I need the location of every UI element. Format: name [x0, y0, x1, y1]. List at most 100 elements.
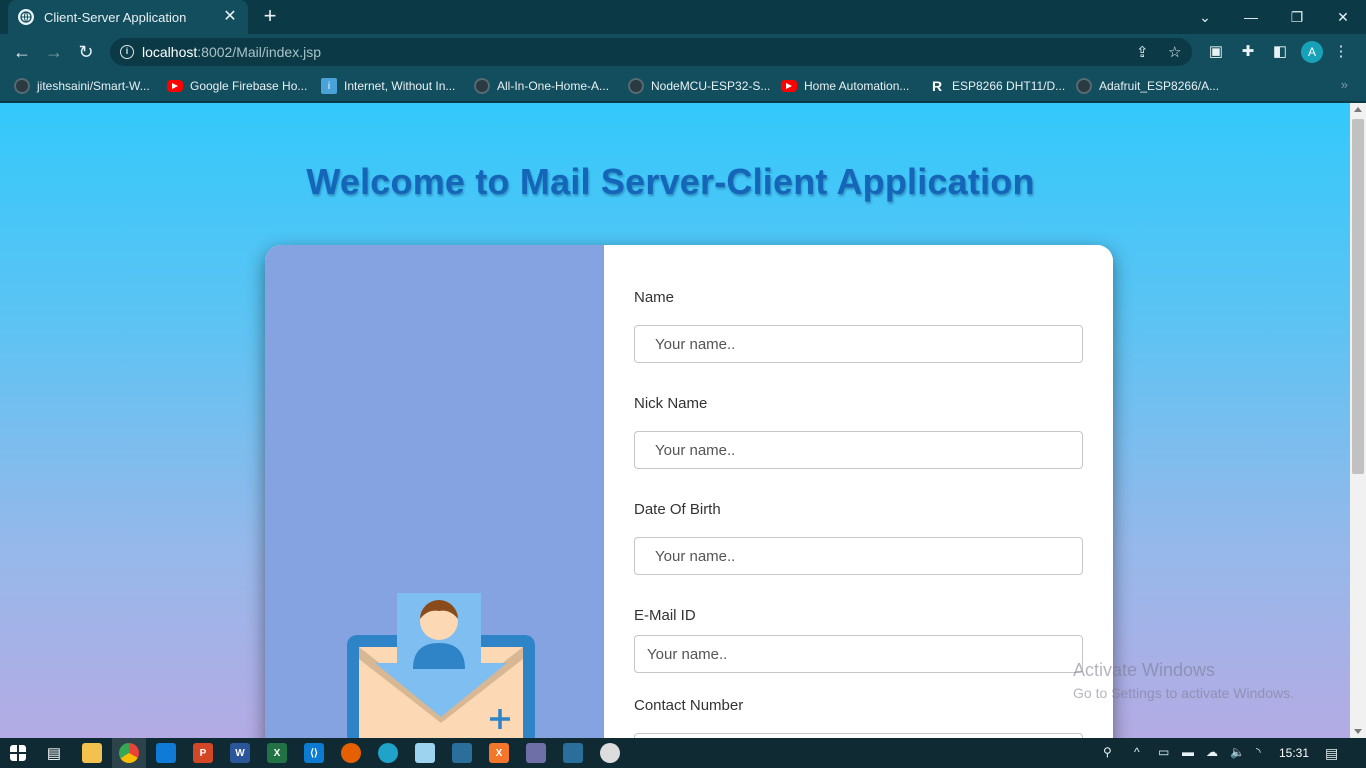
watermark-title: Activate Windows [1073, 660, 1216, 680]
settings-gear-icon[interactable] [600, 743, 620, 763]
scroll-up-icon[interactable] [1354, 107, 1362, 112]
bookmarks-bar: jiteshsaini/Smart-W... Google Firebase H… [0, 70, 1366, 102]
page-viewport: Welcome to Mail Server-Client Applicatio… [0, 103, 1350, 738]
close-window-button[interactable]: ✕ [1320, 0, 1366, 34]
name-input[interactable] [634, 325, 1083, 363]
contact-number-label: Contact Number [634, 697, 744, 714]
file-explorer-icon[interactable] [82, 743, 102, 763]
onedrive-cloud-icon[interactable]: ☁ [1206, 745, 1218, 759]
minimize-button[interactable]: — [1228, 0, 1274, 34]
bookmark-label: Adafruit_ESP8266/A... [1099, 79, 1220, 93]
notepad-icon[interactable] [415, 743, 435, 763]
date-of-birth-input[interactable] [634, 537, 1083, 575]
forward-button[interactable]: → [42, 40, 66, 64]
bookmark-item[interactable]: Adafruit_ESP8266/A... [1076, 76, 1219, 96]
email-label: E-Mail ID [634, 607, 696, 624]
more-bookmarks-icon[interactable]: » [1341, 77, 1348, 92]
taskbar-clock[interactable]: 15:31 [1279, 746, 1309, 760]
app-icon[interactable] [526, 743, 546, 763]
scrollbar-thumb[interactable] [1352, 119, 1364, 474]
volume-icon[interactable]: 🔈 [1230, 745, 1245, 759]
side-panel-icon[interactable]: ◧ [1270, 42, 1290, 62]
wifi-icon[interactable]: ◝ [1256, 745, 1261, 759]
watermark-subtitle: Go to Settings to activate Windows. [1073, 685, 1294, 701]
bookmark-item[interactable]: Google Firebase Ho... [167, 76, 307, 96]
bookmark-label: Internet, Without In... [344, 79, 456, 93]
github-icon [628, 78, 644, 94]
store-icon[interactable] [156, 743, 176, 763]
word-icon[interactable]: W [230, 743, 250, 763]
github-icon [474, 78, 490, 94]
bookmark-label: ESP8266 DHT11/D... [952, 79, 1066, 93]
mail-user-illustration [347, 593, 535, 738]
bookmark-item[interactable]: R ESP8266 DHT11/D... [929, 76, 1065, 96]
tab-search-icon[interactable]: ⌄ [1182, 0, 1228, 34]
github-icon [1076, 78, 1092, 94]
edge-icon[interactable] [378, 743, 398, 763]
share-icon[interactable]: ⇪ [1136, 43, 1149, 61]
tab-title: Client-Server Application [44, 9, 187, 25]
back-button[interactable]: ← [10, 40, 34, 64]
chrome-icon[interactable] [119, 743, 139, 763]
illustration-panel [265, 245, 604, 738]
powerpoint-icon[interactable]: P [193, 743, 213, 763]
nick-name-input[interactable] [634, 431, 1083, 469]
vscode-icon[interactable]: ⟨⟩ [304, 743, 324, 763]
youtube-icon [781, 80, 797, 92]
bookmark-label: NodeMCU-ESP32-S... [651, 79, 771, 93]
name-label: Name [634, 289, 675, 306]
bookmark-item[interactable]: NodeMCU-ESP32-S... [628, 76, 770, 96]
battery-icon[interactable]: ▬ [1182, 745, 1194, 759]
new-tab-button[interactable]: + [258, 5, 282, 29]
vertical-scrollbar[interactable] [1350, 103, 1366, 738]
bookmark-label: Google Firebase Ho... [190, 79, 308, 93]
excel-icon[interactable]: X [267, 743, 287, 763]
windows-start-icon[interactable] [10, 745, 26, 761]
page-title: Welcome to Mail Server-Client Applicatio… [306, 161, 1035, 202]
task-view-icon[interactable]: ▤ [44, 743, 64, 763]
registration-card: Name Nick Name Date Of Birth E-Mail ID C… [265, 245, 1113, 738]
youtube-icon [167, 80, 183, 92]
xampp-icon[interactable]: X [489, 743, 509, 763]
form-panel: Name Nick Name Date Of Birth E-Mail ID C… [604, 245, 1113, 738]
app-icon[interactable] [452, 743, 472, 763]
nick-name-label: Nick Name [634, 395, 708, 412]
tab-strip: Client-Server Application ✕ + ⌄ — ❐ ✕ [0, 0, 1366, 34]
url-host: localhost [142, 44, 198, 60]
date-of-birth-label: Date Of Birth [634, 501, 721, 518]
restore-button[interactable]: ❐ [1274, 0, 1320, 34]
media-icon[interactable]: ▣ [1206, 42, 1226, 62]
profile-avatar[interactable]: A [1301, 41, 1323, 63]
firefox-icon[interactable] [341, 743, 361, 763]
app-icon[interactable] [563, 743, 583, 763]
email-input[interactable] [634, 635, 1083, 673]
windows-taskbar: ▤ P W X ⟨⟩ X ⚲ ^ ▭ ▬ ☁ 🔈 ◝ 15:31 ▤ [0, 738, 1366, 768]
browser-toolbar: ← → ↻ i localhost :8002/Mail/index.jsp ⇪… [0, 34, 1366, 70]
close-tab-icon[interactable]: ✕ [222, 9, 238, 25]
bookmark-item[interactable]: i Internet, Without In... [321, 76, 455, 96]
notifications-icon[interactable]: ▤ [1325, 745, 1338, 762]
address-bar[interactable]: i localhost :8002/Mail/index.jsp [110, 38, 1192, 66]
bookmark-star-icon[interactable]: ☆ [1168, 43, 1181, 61]
bookmark-label: Home Automation... [804, 79, 910, 93]
r-icon: R [931, 78, 943, 94]
scroll-down-icon[interactable] [1354, 729, 1362, 734]
bookmark-item[interactable]: All-In-One-Home-A... [474, 76, 609, 96]
show-hidden-icons-chevron-up-icon[interactable]: ^ [1134, 745, 1140, 759]
meet-now-icon[interactable]: ▭ [1158, 745, 1169, 759]
globe-icon [18, 9, 34, 25]
browser-tab[interactable]: Client-Server Application ✕ [8, 0, 248, 34]
url-path: :8002/Mail/index.jsp [197, 44, 322, 60]
internet-icon: i [321, 78, 337, 94]
bookmark-label: All-In-One-Home-A... [497, 79, 610, 93]
menu-kebab-icon[interactable]: ⋮ [1331, 42, 1351, 62]
site-info-icon[interactable]: i [120, 45, 134, 59]
bookmark-item[interactable]: Home Automation... [781, 76, 909, 96]
github-icon [14, 78, 30, 94]
reload-button[interactable]: ↻ [74, 40, 98, 64]
bookmark-label: jiteshsaini/Smart-W... [37, 79, 150, 93]
bookmark-item[interactable]: jiteshsaini/Smart-W... [14, 76, 150, 96]
extensions-puzzle-icon[interactable]: ✚ [1238, 42, 1258, 62]
people-icon[interactable]: ⚲ [1103, 745, 1112, 759]
activate-windows-watermark: Activate Windows Go to Settings to activ… [1073, 660, 1294, 701]
